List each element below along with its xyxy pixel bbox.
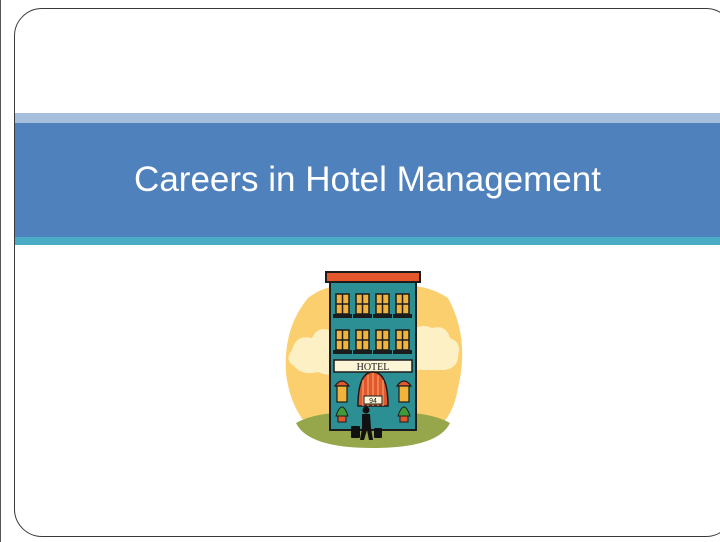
title-band-top-stripe bbox=[15, 113, 720, 123]
roof-cornice bbox=[325, 271, 421, 283]
hotel-building-icon: HOTEL 94 bbox=[285, 271, 463, 448]
slide-edge-rule bbox=[0, 0, 1, 542]
door-number: 94 bbox=[369, 398, 377, 405]
title-band-accent-stripe bbox=[15, 237, 720, 245]
slide-title: Careers in Hotel Management bbox=[134, 160, 601, 199]
